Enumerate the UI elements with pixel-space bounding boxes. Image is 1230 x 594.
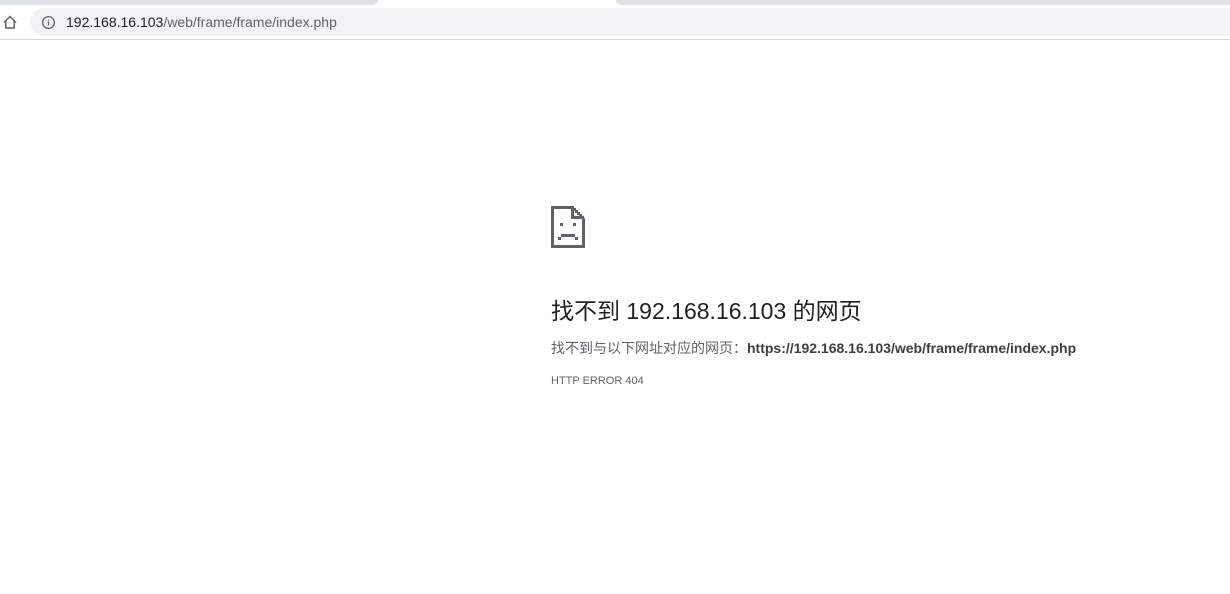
error-description-url: https://192.168.16.103/web/frame/frame/i…	[747, 340, 1077, 356]
url-path: /web/frame/frame/index.php	[163, 14, 337, 30]
error-description-text: 找不到与以下网址对应的网页：	[551, 340, 747, 356]
browser-toolbar: 192.168.16.103/web/frame/frame/index.php	[0, 5, 1230, 40]
error-description: 找不到与以下网址对应的网页：https://192.168.16.103/web…	[551, 337, 1191, 359]
home-icon	[3, 15, 17, 29]
url-host: 192.168.16.103	[66, 14, 164, 30]
error-title: 找不到 192.168.16.103 的网页	[551, 298, 862, 324]
address-bar-url[interactable]: 192.168.16.103/web/frame/frame/index.php	[66, 14, 337, 30]
error-content: 找不到 192.168.16.103 的网页 找不到与以下网址对应的网页：htt…	[551, 206, 1191, 389]
home-button[interactable]	[0, 12, 20, 32]
sad-document-icon	[551, 206, 585, 248]
error-code: HTTP ERROR 404	[551, 375, 644, 387]
info-icon[interactable]	[41, 15, 56, 30]
address-bar[interactable]: 192.168.16.103/web/frame/frame/index.php	[30, 8, 1230, 36]
